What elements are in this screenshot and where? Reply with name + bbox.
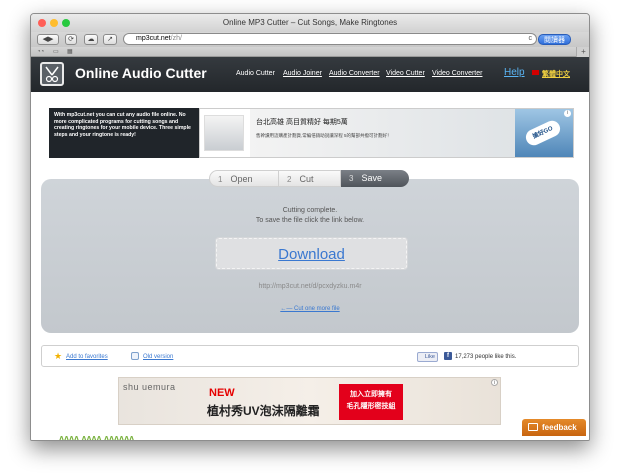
banner-ad-bottom[interactable]: shu uemura NEW 植村秀UV泡沫隔離霜 加入立即擁有 毛孔隱形密技組… [118,377,501,425]
old-version-icon [131,352,139,360]
flag-icon [532,70,539,75]
nav-audio-converter[interactable]: Audio Converter [329,70,380,77]
close-window-button[interactable] [38,19,46,27]
reload-icon: ⟳ [68,36,74,43]
window-title: Online MP3 Cutter – Cut Songs, Make Ring… [222,18,398,27]
nav-audio-cutter[interactable]: Audio Cutter [236,70,275,77]
reader-button[interactable]: 閱讀器 [538,34,571,45]
browser-toolbar: ◀▶ ⟳ ☁ ↗ mp3cut.net/zh/ c 閱讀器 [31,32,589,47]
download-url: http://mp3cut.net/d/pcxdyzku.m4r [258,283,362,290]
ad-brand: shu uemura [123,382,176,392]
url-path: /zh/ [170,35,182,42]
ad-product-name: 植村秀UV泡沫隔離霜 [207,404,320,418]
reload-button[interactable]: ⟳ [65,34,77,45]
star-icon: ★ [54,351,63,361]
web-page: Online Audio Cutter Audio Cutter Audio J… [31,57,589,441]
nav-video-cutter[interactable]: Video Cutter [386,70,425,77]
info-box: With mp3cut.net you can cut any audio fi… [49,108,199,158]
new-tab-button[interactable]: + [576,47,589,57]
cut-one-more-link[interactable]: ←— Cut one more file [41,306,579,312]
share-icon: ↗ [107,36,113,43]
add-to-favorites-link[interactable]: Add to favorites [66,354,108,360]
ad-text-area: 台北高雄 高目質精好 每期5萬 售幹讀用這購產計劃貨,常編倍銷助說讓深程 5的幫… [250,109,515,157]
feedback-button[interactable]: feedback [522,419,586,436]
url-bar[interactable]: mp3cut.net/zh/ c [123,33,537,45]
old-version-link[interactable]: Old version [143,354,173,360]
cutting-complete-text: Cutting complete. [282,207,338,214]
site-title[interactable]: Online Audio Cutter [75,65,207,81]
scissors-logo-icon[interactable] [40,62,64,86]
ad-product-image [204,115,244,151]
site-header: Online Audio Cutter Audio Cutter Audio J… [31,57,589,92]
forward-arrow-icon[interactable]: ▶ [48,36,53,43]
zoom-window-button[interactable] [62,19,70,27]
top-sites-icon[interactable]: ▦ [67,47,73,57]
step-save: 3 Save [341,170,409,187]
megaphone-icon [528,423,538,431]
step-cut: 2 Cut [279,170,341,187]
banner-ad-top[interactable]: 台北高雄 高目質精好 每期5萬 售幹讀用這購產計劃貨,常編倍銷助說讓深程 5的幫… [199,108,574,158]
ad-cta: 搶好GO [523,118,563,148]
language-link[interactable]: 繁體中文 [532,69,570,79]
bookmarks-bar: ◔◔ ▭ ▦ [31,47,589,57]
ad-promo-line1: 加入立即擁有 [350,391,392,398]
ad-info-icon[interactable]: i [564,110,571,117]
feedback-label: feedback [542,423,577,432]
ad-subtext: 售幹讀用這購產計劃貨,常編倍銷助說讓深程 5的幫部共撥可計劃好！ [256,133,392,138]
title-bar: Online MP3 Cutter – Cut Songs, Make Ring… [31,14,589,32]
nav-audio-joiner[interactable]: Audio Joiner [283,70,322,77]
back-forward-buttons[interactable]: ◀▶ [37,34,59,45]
url-host: mp3cut.net [136,35,171,42]
footer-partial-text: ᴧᴧᴧᴧ ᴧᴧᴧᴧ ᴧᴧᴧᴧᴧᴧ [59,433,135,441]
bookmarks-icon[interactable]: ▭ [53,47,59,57]
reload-small-icon[interactable]: c [529,34,533,44]
cloud-icon: ☁ [87,36,95,43]
language-label: 繁體中文 [542,71,570,78]
ad-info-icon[interactable]: i [491,379,498,386]
ad-promo-box: 加入立即擁有 毛孔隱形密技組 [339,384,403,420]
favorites-bar: ★ Add to favorites Old version Like f 17… [41,345,579,367]
result-panel: Cutting complete. To save the file click… [41,179,579,333]
facebook-like-count: 17,273 people like this. [455,354,517,360]
facebook-like-button[interactable]: Like [417,352,438,362]
reading-list-icon[interactable]: ◔◔ [37,47,44,57]
download-button[interactable]: Download [216,238,407,269]
ad-promo-line2: 毛孔隱形密技組 [346,403,396,410]
ad-new-label: NEW [209,387,235,399]
step-indicator: 1 Open 2 Cut 3 Save [209,170,409,187]
ad-cta-area: 搶好GO i [515,109,573,157]
browser-window: Online MP3 Cutter – Cut Songs, Make Ring… [30,13,590,441]
step-open: 1 Open [209,170,279,187]
ad-headline: 台北高雄 高目質精好 每期5萬 [256,119,348,126]
facebook-icon: f [444,352,452,360]
save-instruction-text: To save the file click the link below. [255,217,365,224]
share-button[interactable]: ↗ [103,34,117,45]
nav-video-converter[interactable]: Video Converter [432,70,482,77]
minimize-window-button[interactable] [50,19,58,27]
icloud-button[interactable]: ☁ [84,34,98,45]
help-link[interactable]: Help [504,67,525,78]
